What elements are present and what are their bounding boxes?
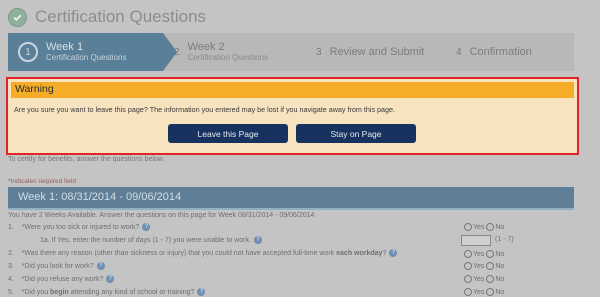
step-number: 4 <box>456 46 462 58</box>
question-text: *Was there any reason (other than sickne… <box>21 249 337 257</box>
leave-page-button[interactable]: Leave this Page <box>168 124 288 143</box>
step-label: Week 2 <box>187 41 225 54</box>
q5-yes-no: Yes No <box>464 288 504 296</box>
question-number: 5. <box>8 288 14 296</box>
warning-dialog: Warning Are you sure you want to leave t… <box>6 77 579 155</box>
step-review[interactable]: 3 Review and Submit <box>316 33 424 71</box>
step-label: Review and Submit <box>329 46 425 58</box>
no-label: No <box>495 288 505 296</box>
question-end: attending any kind of school or training… <box>68 288 195 296</box>
page: Certification Questions 1 Week 1 Certifi… <box>0 0 600 297</box>
yes-label: Yes <box>473 250 485 258</box>
question-1: 1. *Were you too sick or injured to work… <box>8 223 151 231</box>
question-2: 2. *Was there any reason (other than sic… <box>8 249 398 257</box>
check-circle-icon <box>8 7 27 27</box>
help-icon[interactable]: ? <box>142 223 151 231</box>
yes-radio[interactable] <box>464 223 472 231</box>
q2-yes-no: Yes No <box>464 250 504 258</box>
q1-yes-no: Yes No <box>464 223 504 231</box>
question-number: 2. <box>8 249 14 257</box>
question-number: 1. <box>8 223 14 231</box>
intro-text: To certify for benefits, answer the ques… <box>8 156 165 163</box>
progress-steps: 1 Week 1 Certification Questions 2 Week … <box>8 33 574 71</box>
week-title: Week 1: 08/31/2014 - 09/06/2014 <box>18 191 182 203</box>
stay-on-page-button[interactable]: Stay on Page <box>296 124 416 143</box>
no-radio[interactable] <box>486 262 495 270</box>
question-5: 5. *Did you begin attending any kind of … <box>8 288 206 296</box>
question-4: 4. *Did you refuse any work?? <box>8 275 115 283</box>
step-week1[interactable]: 1 Week 1 Certification Questions <box>8 33 177 71</box>
question-text: 1a. If Yes, enter the number of days (1 … <box>40 236 251 244</box>
no-label: No <box>495 275 505 283</box>
help-icon[interactable]: ? <box>197 288 206 296</box>
question-end: ? <box>382 249 387 257</box>
step-label: Confirmation <box>469 46 532 58</box>
question-text: *Did you look for work? <box>21 262 94 270</box>
no-radio[interactable] <box>486 275 495 283</box>
no-radio[interactable] <box>486 288 495 296</box>
step-sublabel: Certification Questions <box>46 52 127 62</box>
page-title: Certification Questions <box>35 7 207 26</box>
available-weeks-text: You have 2 Weeks Available. Answer the q… <box>8 212 315 219</box>
question-text: *Did you <box>21 288 51 296</box>
question-text: *Were you too sick or injured to work? <box>21 223 140 231</box>
yes-radio[interactable] <box>464 288 472 296</box>
no-radio[interactable] <box>486 250 495 258</box>
warning-header: Warning <box>11 82 574 98</box>
q3-yes-no: Yes No <box>464 262 504 270</box>
required-note: *Indicates required field <box>8 178 76 185</box>
week-header: Week 1: 08/31/2014 - 09/06/2014 <box>8 187 574 210</box>
step-number: 2 <box>174 46 180 58</box>
yes-label: Yes <box>473 223 485 231</box>
question-emphasis: begin <box>50 288 69 296</box>
question-emphasis: each workday <box>336 249 383 257</box>
yes-label: Yes <box>473 262 485 270</box>
question-number: 4. <box>8 275 14 283</box>
no-label: No <box>495 223 505 231</box>
title-row: Certification Questions <box>8 4 206 30</box>
warning-title: Warning <box>15 83 54 95</box>
no-label: No <box>495 250 505 258</box>
yes-label: Yes <box>473 288 485 296</box>
yes-radio[interactable] <box>464 275 472 283</box>
step-confirmation[interactable]: 4 Confirmation <box>456 33 532 71</box>
help-icon[interactable]: ? <box>389 249 398 257</box>
no-label: No <box>495 262 505 270</box>
yes-label: Yes <box>473 275 485 283</box>
help-icon[interactable]: ? <box>106 275 115 283</box>
step-week2[interactable]: 2 Week 2 Certification Questions <box>174 33 268 71</box>
step-label: Week 1 <box>46 41 84 54</box>
question-1a: 1a. If Yes, enter the number of days (1 … <box>40 236 262 244</box>
step-number: 1 <box>18 42 38 62</box>
q4-yes-no: Yes No <box>464 275 504 283</box>
yes-radio[interactable] <box>464 262 472 270</box>
days-range: (1 - 7) <box>495 236 514 243</box>
step-number: 3 <box>316 46 322 58</box>
warning-message: Are you sure you want to leave this page… <box>14 105 396 114</box>
help-icon[interactable]: ? <box>253 236 262 244</box>
question-3: 3. *Did you look for work?? <box>8 262 105 270</box>
step-sublabel: Certification Questions <box>187 52 269 62</box>
help-icon[interactable]: ? <box>96 262 105 270</box>
yes-radio[interactable] <box>464 250 472 258</box>
days-input[interactable] <box>461 235 491 246</box>
no-radio[interactable] <box>486 223 495 231</box>
question-number: 3. <box>8 262 14 270</box>
question-text: *Did you refuse any work? <box>21 275 104 283</box>
